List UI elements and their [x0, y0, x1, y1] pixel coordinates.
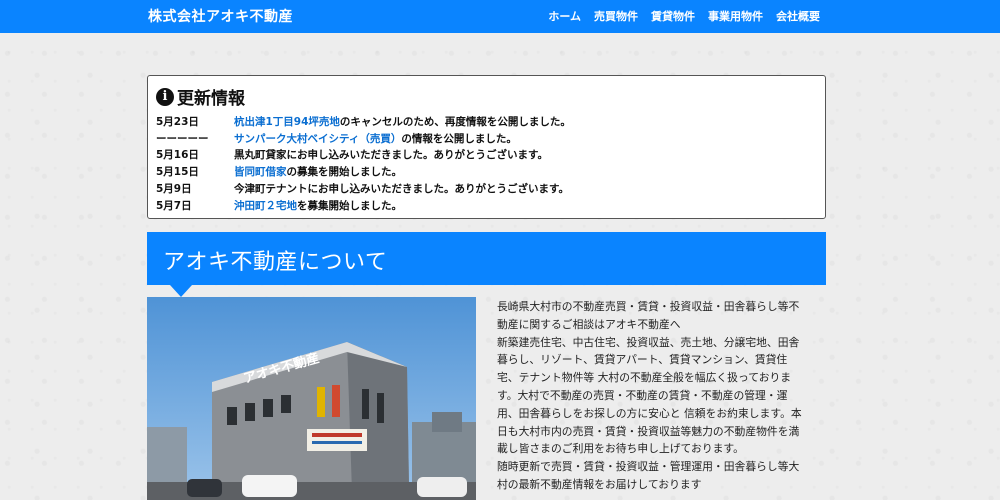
- about-line: す。大村で不動産の売買・不動産の賃貸・不動産の管理・運: [497, 388, 788, 402]
- news-item: 5月15日 皆同町借家 の募集を開始しました。: [156, 163, 571, 180]
- news-text: の情報を公開しました。: [401, 132, 517, 145]
- news-text: 黒丸町貸家にお申し込みいただきました。ありがとうございます。: [234, 149, 548, 162]
- info-icon: i: [156, 87, 174, 106]
- news-link[interactable]: 杭出津1丁目94坪売地: [234, 114, 340, 129]
- top-navbar: 株式会社アオキ不動産 ホーム 売買物件 賃貸物件 事業用物件 会社概要: [0, 0, 1000, 33]
- nav-sale[interactable]: 売買物件: [594, 8, 638, 24]
- news-date: 5月16日: [156, 149, 199, 162]
- news-item: 5月16日 黒丸町貸家にお申し込みいただきました。ありがとうございます。: [156, 147, 571, 164]
- nav-rent[interactable]: 賃貸物件: [651, 8, 695, 24]
- news-item: 5月7日 沖田町２宅地 を募集開始しました。: [156, 197, 571, 214]
- news-date: 5月7日: [156, 199, 192, 212]
- office-photo: アオキ不動産: [147, 297, 476, 500]
- banner-arrow: [170, 285, 192, 297]
- brand-name[interactable]: 株式会社アオキ不動産: [148, 6, 293, 26]
- about-line: 載し皆さまのご利用をお待ち申し上げております。: [497, 442, 744, 456]
- about-line: 村の最新不動産情報をお届けしております: [497, 477, 702, 491]
- about-line: 新築建売住宅、中古住宅、投資収益、売土地、分譲宅地、田舎: [497, 335, 800, 349]
- about-line: 日も大村市内の売買・賃貸・投資収益等魅力の不動産物件を満: [497, 424, 800, 438]
- news-list: 5月23日 杭出津1丁目94坪売地 のキャンセルのため、再度情報を公開しました。…: [156, 113, 571, 214]
- about-banner: アオキ不動産について: [147, 232, 826, 297]
- news-item: ーーーーー サンパーク大村ベイシティ（売買） の情報を公開しました。: [156, 130, 571, 147]
- news-link[interactable]: 沖田町２宅地: [234, 198, 297, 213]
- news-item: 5月23日 杭出津1丁目94坪売地 のキャンセルのため、再度情報を公開しました。: [156, 113, 571, 130]
- about-line: 長崎県大村市の不動産売買・賃貸・投資収益・田舎暮らし等不: [497, 300, 800, 313]
- about-line: 随時更新で売買・賃貸・投資収益・管理運用・田舎暮らし等大: [497, 460, 800, 474]
- news-header: i 更新情報: [156, 84, 245, 109]
- news-text: を募集開始しました。: [297, 199, 402, 212]
- news-date: 5月23日: [156, 115, 199, 128]
- nav-company[interactable]: 会社概要: [776, 8, 820, 24]
- about-description: 長崎県大村市の不動産売買・賃貸・投資収益・田舎暮らし等不 動産に関するご相談はア…: [497, 298, 827, 494]
- about-line: 動産に関するご相談はアオキ不動産へ: [497, 317, 681, 331]
- news-link[interactable]: 皆同町借家: [234, 164, 287, 179]
- news-title: 更新情報: [177, 89, 245, 109]
- nav-home[interactable]: ホーム: [548, 8, 581, 24]
- about-line: 宅、テナント物件等 大村の不動産全般を幅広く扱っておりま: [497, 371, 792, 385]
- news-panel: i 更新情報 5月23日 杭出津1丁目94坪売地 のキャンセルのため、再度情報を…: [147, 75, 826, 219]
- news-date: 5月9日: [156, 183, 192, 196]
- main-nav: ホーム 売買物件 賃貸物件 事業用物件 会社概要: [548, 8, 820, 24]
- about-line: 用、田舎暮らしをお探しの方に安心と 信頼をお約束します。本: [497, 406, 802, 420]
- about-line: 暮らし、リゾート、賃貸アパート、賃貸マンション、賃貸住: [497, 353, 788, 367]
- news-text: の募集を開始しました。: [286, 166, 403, 179]
- nav-business[interactable]: 事業用物件: [708, 8, 763, 24]
- news-date: 5月15日: [156, 166, 199, 179]
- news-text: のキャンセルのため、再度情報を公開しました。: [339, 115, 571, 128]
- news-text: 今津町テナントにお申し込みいただきました。ありがとうございます。: [234, 183, 569, 196]
- news-date: ーーーーー: [156, 132, 209, 145]
- news-link[interactable]: サンパーク大村ベイシティ（売買）: [234, 131, 401, 146]
- news-item: 5月9日 今津町テナントにお申し込みいただきました。ありがとうございます。: [156, 180, 571, 197]
- about-title: アオキ不動産について: [163, 250, 388, 275]
